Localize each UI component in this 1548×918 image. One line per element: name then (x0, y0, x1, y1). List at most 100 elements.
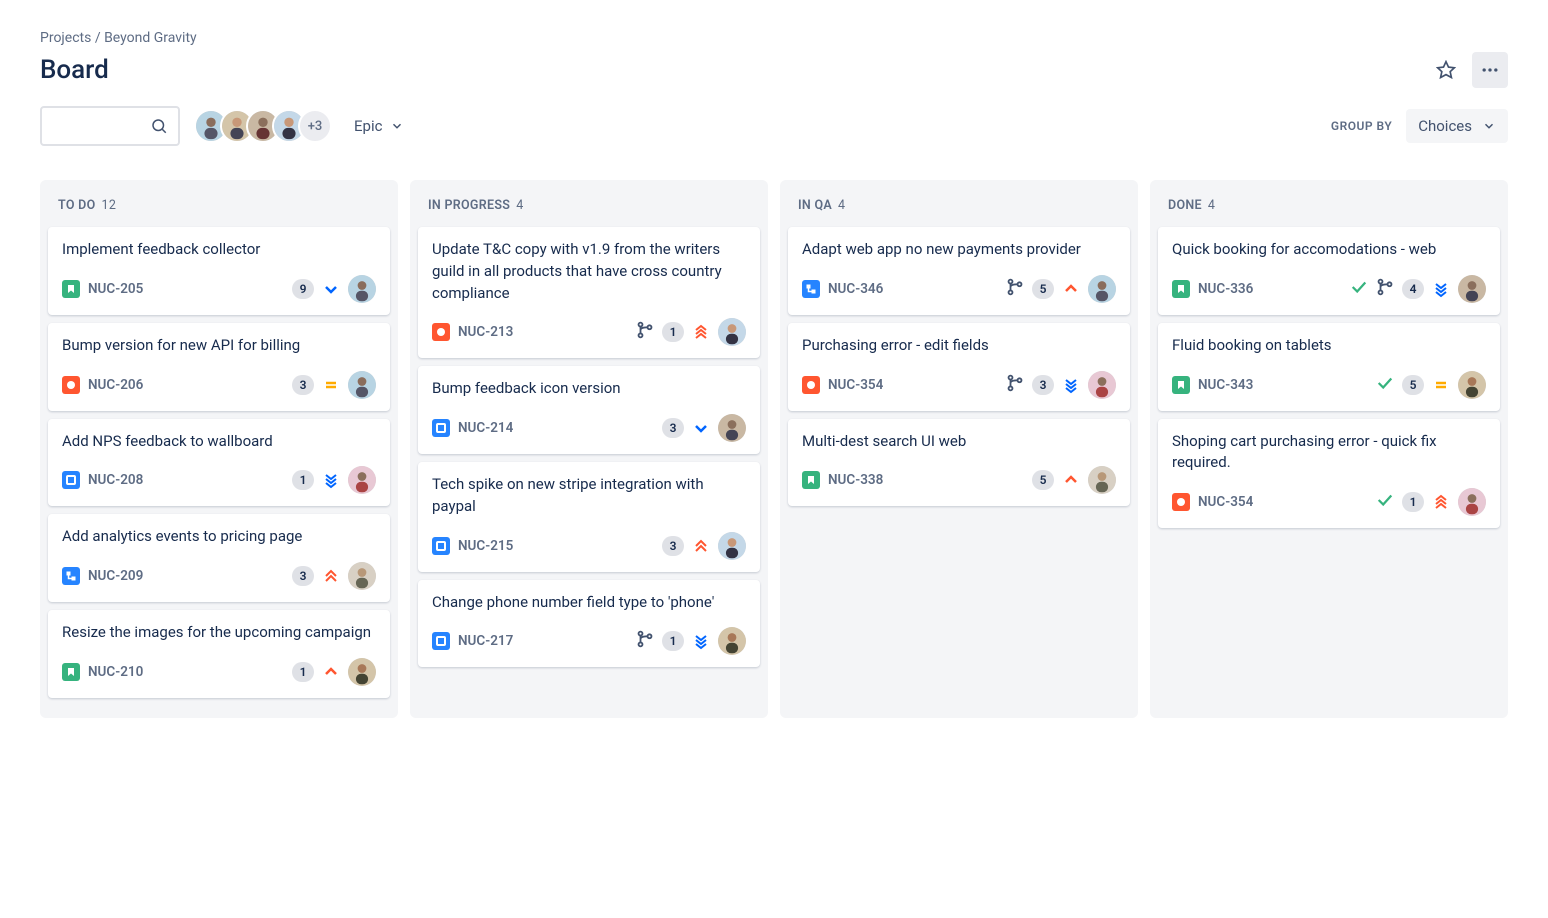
breadcrumb[interactable]: Projects / Beyond Gravity (40, 30, 1508, 46)
card-key-wrap: NUC-208 (62, 471, 143, 489)
card[interactable]: Fluid booking on tablets NUC-343 5 (1158, 323, 1500, 411)
issue-type-bug-icon (802, 376, 820, 394)
priority-highest-icon (692, 323, 710, 341)
epic-filter[interactable]: Epic (346, 111, 412, 141)
card-key: NUC-354 (828, 377, 883, 393)
card[interactable]: Update T&C copy with v1.9 from the write… (418, 227, 760, 358)
column-header: IN QA4 (788, 192, 1130, 227)
card[interactable]: Bump feedback icon version NUC-214 3 (418, 366, 760, 454)
card-title: Implement feedback collector (62, 239, 376, 261)
breadcrumb-project[interactable]: Beyond Gravity (104, 30, 197, 46)
priority-lowest-icon (1062, 376, 1080, 394)
issue-type-task-icon (432, 419, 450, 437)
card[interactable]: Add NPS feedback to wallboard NUC-208 1 (48, 419, 390, 507)
card-key: NUC-206 (88, 377, 143, 393)
assignee-avatar[interactable] (1088, 371, 1116, 399)
card-key-wrap: NUC-338 (802, 471, 883, 489)
card-title: Adapt web app no new payments provider (802, 239, 1116, 261)
more-horizontal-icon (1480, 60, 1500, 80)
card-meta: 5 (1006, 275, 1116, 303)
issue-type-story-icon (1172, 376, 1190, 394)
card-footer: NUC-205 9 (62, 275, 376, 303)
card[interactable]: Implement feedback collector NUC-205 9 (48, 227, 390, 315)
more-actions-button[interactable] (1472, 52, 1508, 88)
assignee-avatar[interactable] (1458, 275, 1486, 303)
card[interactable]: Multi-dest search UI web NUC-338 5 (788, 419, 1130, 507)
card-meta: 3 (662, 414, 746, 442)
avatar-overflow[interactable]: +3 (298, 109, 332, 143)
card-key-wrap: NUC-215 (432, 537, 513, 555)
column-name: TO DO (58, 198, 96, 213)
story-points-badge: 3 (292, 566, 314, 586)
story-points-badge: 5 (1032, 470, 1054, 490)
card[interactable]: Tech spike on new stripe integration wit… (418, 462, 760, 572)
card[interactable]: Bump version for new API for billing NUC… (48, 323, 390, 411)
star-button[interactable] (1428, 52, 1464, 88)
assignee-avatar[interactable] (348, 658, 376, 686)
card-meta: 1 (636, 318, 746, 346)
card-footer: NUC-209 3 (62, 562, 376, 590)
card-footer: NUC-210 1 (62, 658, 376, 686)
column-header: IN PROGRESS4 (418, 192, 760, 227)
column: DONE4 Quick booking for accomodations - … (1150, 180, 1508, 718)
card-footer: NUC-215 3 (432, 532, 746, 560)
card-meta: 5 (1376, 371, 1486, 399)
story-points-badge: 3 (662, 536, 684, 556)
issue-type-story-icon (62, 280, 80, 298)
card-key-wrap: NUC-209 (62, 567, 143, 585)
card[interactable]: Quick booking for accomodations - web NU… (1158, 227, 1500, 315)
card-title: Purchasing error - edit fields (802, 335, 1116, 357)
card[interactable]: Add analytics events to pricing page NUC… (48, 514, 390, 602)
card-title: Resize the images for the upcoming campa… (62, 622, 376, 644)
column-name: IN PROGRESS (428, 198, 510, 213)
assignee-avatar[interactable] (1088, 466, 1116, 494)
card-key: NUC-354 (1198, 494, 1253, 510)
assignee-avatar[interactable] (348, 466, 376, 494)
card[interactable]: Purchasing error - edit fields NUC-354 3 (788, 323, 1130, 411)
priority-lowest-icon (692, 632, 710, 650)
assignee-avatar[interactable] (718, 414, 746, 442)
breadcrumb-root[interactable]: Projects (40, 30, 91, 46)
card-key-wrap: NUC-206 (62, 376, 143, 394)
card-title: Bump version for new API for billing (62, 335, 376, 357)
chevron-down-icon (390, 119, 404, 133)
priority-high-icon (322, 567, 340, 585)
card[interactable]: Resize the images for the upcoming campa… (48, 610, 390, 698)
assignee-avatar[interactable] (718, 318, 746, 346)
card-key: NUC-343 (1198, 377, 1253, 393)
card-meta: 4 (1350, 275, 1486, 303)
story-points-badge: 1 (292, 662, 314, 682)
issue-type-task-icon (432, 537, 450, 555)
assignee-avatar[interactable] (1088, 275, 1116, 303)
story-points-badge: 5 (1032, 279, 1054, 299)
card[interactable]: Change phone number field type to 'phone… (418, 580, 760, 668)
avatar-stack[interactable]: +3 (194, 109, 332, 143)
card-title: Quick booking for accomodations - web (1172, 239, 1486, 261)
card-key: NUC-338 (828, 472, 883, 488)
card-key: NUC-209 (88, 568, 143, 584)
search-input[interactable] (40, 106, 180, 146)
assignee-avatar[interactable] (348, 371, 376, 399)
card-meta: 1 (292, 658, 376, 686)
card-key: NUC-217 (458, 633, 513, 649)
column-header: DONE4 (1158, 192, 1500, 227)
column: TO DO12 Implement feedback collector NUC… (40, 180, 398, 718)
card-title: Change phone number field type to 'phone… (432, 592, 746, 614)
card[interactable]: Adapt web app no new payments provider N… (788, 227, 1130, 315)
assignee-avatar[interactable] (718, 532, 746, 560)
branch-icon (1376, 278, 1394, 300)
group-by-select[interactable]: Choices (1406, 109, 1508, 143)
assignee-avatar[interactable] (1458, 371, 1486, 399)
card-key: NUC-346 (828, 281, 883, 297)
page-title: Board (40, 55, 109, 85)
card-meta: 3 (662, 532, 746, 560)
assignee-avatar[interactable] (1458, 488, 1486, 516)
card-title: Multi-dest search UI web (802, 431, 1116, 453)
card[interactable]: Shoping cart purchasing error - quick fi… (1158, 419, 1500, 529)
assignee-avatar[interactable] (718, 627, 746, 655)
assignee-avatar[interactable] (348, 562, 376, 590)
priority-medium-up-icon (1062, 471, 1080, 489)
assignee-avatar[interactable] (348, 275, 376, 303)
column: IN PROGRESS4 Update T&C copy with v1.9 f… (410, 180, 768, 718)
card-footer: NUC-217 1 (432, 627, 746, 655)
